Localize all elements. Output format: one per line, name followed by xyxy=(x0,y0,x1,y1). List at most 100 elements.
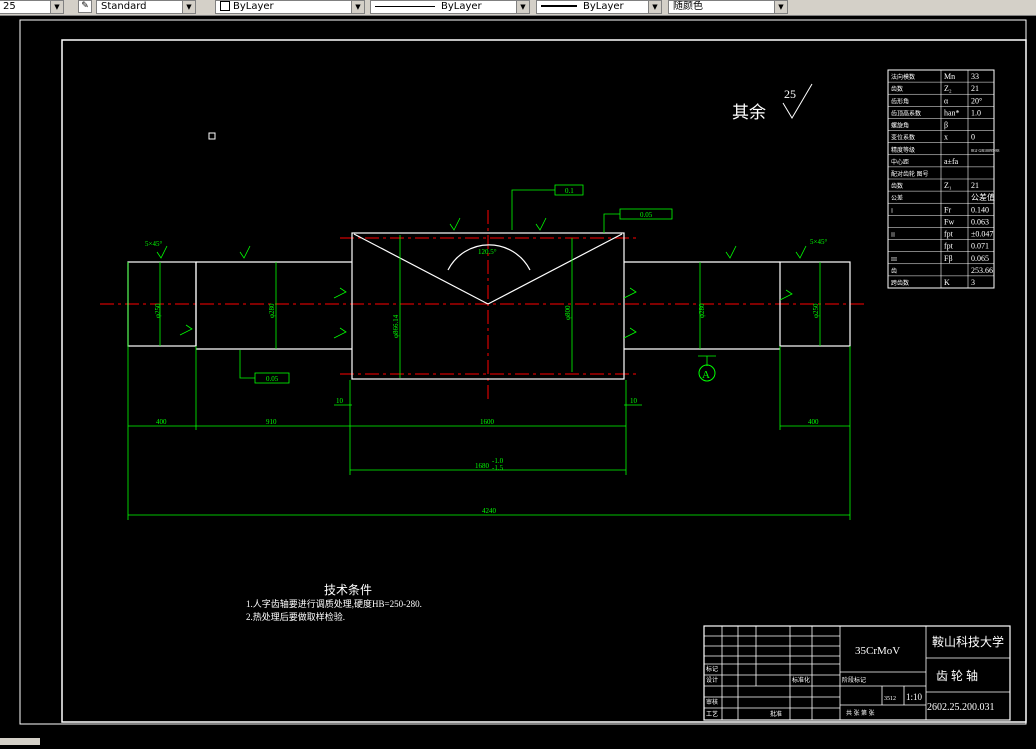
param-value: 33 xyxy=(971,72,979,81)
color-combo[interactable]: ByLayer ▼ xyxy=(215,0,365,14)
dim-left-journal: 910 xyxy=(266,418,277,426)
gdt-frames xyxy=(254,184,673,384)
param-symbol: Z₁ xyxy=(944,181,952,190)
tech-condition-2: 2.热处理后要做取样检验. xyxy=(246,611,345,622)
linetype-combo[interactable]: ByLayer ▼ xyxy=(370,0,530,14)
drawing-svg: 其余 25 0.1 0.05 0.05 A 400 910 1600 400 4… xyxy=(19,19,1027,725)
dim-tolerance-lower: -1.5 xyxy=(492,464,504,472)
roughness-value: 25 xyxy=(784,87,796,101)
chevron-down-icon: ▼ xyxy=(351,1,364,13)
dim-journal-right: φ280 xyxy=(698,303,706,318)
param-value: 1.0 xyxy=(971,108,981,117)
part-name: 齿 轮 轴 xyxy=(936,668,978,683)
param-symbol: han* xyxy=(944,108,960,117)
title-sheets: 共 张 第 张 xyxy=(846,709,875,717)
dim-tip-diameter: φ866.14 xyxy=(392,314,400,338)
title-row-process: 工艺 xyxy=(706,710,718,718)
dim-root-diameter: φ800 xyxy=(564,305,572,320)
param-value: 0.063 xyxy=(971,217,989,226)
title-stage: 阶段标记 xyxy=(842,676,866,684)
drawing-number: 2602.25.200.031 xyxy=(927,702,995,713)
param-symbol: Mn xyxy=(944,72,955,81)
param-label: 齿数 xyxy=(891,85,903,93)
surface-roughness-marks xyxy=(156,217,807,339)
param-value: 20° xyxy=(971,96,982,105)
param-symbol: α xyxy=(944,96,949,105)
gear-parameter-table: 法向模数 Mn 33 齿数 Z₂ 21 齿形角 α 20° 齿顶高系数 han* 1.0 螺旋角 β 变位系… xyxy=(887,69,999,289)
line-sample-icon xyxy=(375,5,435,7)
color-swatch-icon xyxy=(220,1,230,11)
dimension-lines xyxy=(127,189,851,520)
param-label: III xyxy=(891,257,897,263)
param-symbol: x xyxy=(944,133,948,142)
dim-gap-right: 10 xyxy=(630,397,638,405)
plot-style-combo[interactable]: 随颜色 ▼ xyxy=(668,0,788,14)
param-label: 齿 xyxy=(891,267,897,275)
title-row-mark: 标记 xyxy=(706,665,718,673)
gdt-cylindricity-value: 0.05 xyxy=(266,375,279,383)
gdt-runout-value: 0.1 xyxy=(565,187,574,195)
dim-gear-width: 1600 xyxy=(480,418,495,426)
dim-gap-left: 10 xyxy=(336,397,344,405)
param-symbol: β xyxy=(944,121,948,130)
param-symbol: Fr xyxy=(944,205,951,214)
text-style-combo[interactable]: Standard ▼ xyxy=(96,0,196,14)
param-label: 跨齿数 xyxy=(891,279,909,287)
dim-left-end: 400 xyxy=(156,418,167,426)
param-value: 0 xyxy=(971,133,975,142)
param-value: 21 xyxy=(971,84,979,93)
line-sample-icon xyxy=(541,5,577,7)
lineweight-combo[interactable]: ByLayer ▼ xyxy=(536,0,662,14)
school-name: 鞍山科技大学 xyxy=(932,634,1004,649)
drawing-canvas[interactable]: 其余 25 0.1 0.05 0.05 A 400 910 1600 400 4… xyxy=(0,16,1036,745)
param-value: ±0.047 xyxy=(971,230,993,239)
param-symbol: Fw xyxy=(944,217,954,226)
param-value: 8GJ GB10095-88 xyxy=(971,148,999,153)
param-value: 0.071 xyxy=(971,242,989,251)
param-symbol: fpt xyxy=(944,242,954,251)
param-symbol: a±fa xyxy=(944,157,959,166)
datum-label: A xyxy=(702,369,710,381)
chevron-down-icon: ▼ xyxy=(648,1,661,13)
outer-frame xyxy=(19,19,1027,725)
param-label: 齿数 xyxy=(891,182,903,190)
pickbox-icon xyxy=(208,132,216,140)
param-value: 0.140 xyxy=(971,205,989,214)
param-label: 齿形角 xyxy=(891,97,909,105)
param-value: 253.66 xyxy=(971,266,993,275)
scale-value: 1:10 xyxy=(906,692,923,702)
dim-helix-angle: 120.5° xyxy=(478,248,497,256)
dim-journal-left: φ280 xyxy=(268,303,276,318)
dim-total-length: 4240 xyxy=(482,507,497,515)
param-value: 21 xyxy=(971,181,979,190)
param-label: II xyxy=(891,233,895,239)
param-label: 中心距 xyxy=(891,158,909,166)
weight-value: 3512 xyxy=(884,696,896,702)
dim-tolerance-main: 1680 xyxy=(475,462,490,470)
chevron-down-icon: ▼ xyxy=(516,1,529,13)
param-symbol: Fβ xyxy=(944,254,953,263)
tech-conditions-title: 技术条件 xyxy=(324,583,372,597)
param-value: 0.065 xyxy=(971,254,989,263)
title-row-review: 审核 xyxy=(706,698,718,706)
param-symbol: Z₂ xyxy=(944,84,952,93)
inner-frame xyxy=(61,39,1027,723)
param-label: 变位系数 xyxy=(891,134,915,142)
dim-style-combo[interactable]: 25 ▼ xyxy=(0,0,64,14)
param-label: 公差 xyxy=(891,194,903,202)
dim-chamfer: 5×45° xyxy=(810,238,827,246)
param-symbol: K xyxy=(944,278,950,287)
gdt-runout-value-2: 0.05 xyxy=(640,211,653,219)
roughness-note: 其余 xyxy=(732,103,766,122)
title-standard: 标准化 xyxy=(792,676,810,684)
dim-right-end: 400 xyxy=(808,418,819,426)
param-value: 公差值 xyxy=(971,192,995,202)
param-symbol: fpt xyxy=(944,230,954,239)
param-label: 配对齿轮 图号 xyxy=(891,170,929,178)
dim-end-right: φ250 xyxy=(812,303,820,318)
text-style-icon[interactable]: ✎ xyxy=(78,0,92,13)
tech-condition-1: 1.人字齿轴要进行调质处理,硬度HB=250-280. xyxy=(246,598,422,609)
param-label: 精度等级 xyxy=(891,146,915,154)
param-value: 3 xyxy=(971,278,975,287)
properties-toolbar: 25 ▼ ✎ Standard ▼ ByLayer ▼ ByLayer ▼ By… xyxy=(0,0,1036,16)
